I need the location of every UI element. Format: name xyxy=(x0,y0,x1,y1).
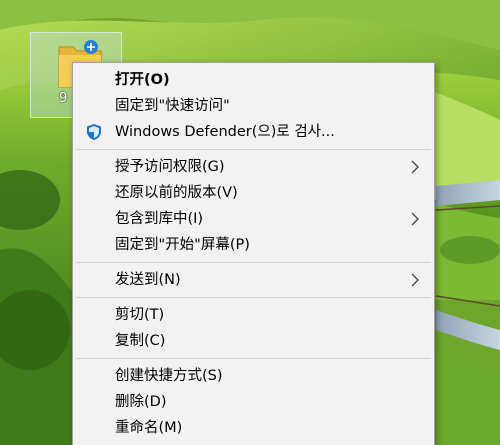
menu-item-label: 打开(O) xyxy=(115,72,170,88)
desktop-folder-label: 9 xyxy=(59,91,68,106)
menu-separator xyxy=(76,149,431,150)
menu-item-label: 固定到"开始"屏幕(P) xyxy=(115,237,250,253)
menu-item-label: 删除(D) xyxy=(115,394,167,410)
menu-item[interactable]: 还原以前的版本(V) xyxy=(73,180,434,206)
desktop[interactable]: 9 打开(O) 固定到"快速访问" Windows Defender(으)로 검사.… xyxy=(0,0,500,445)
menu-item[interactable]: 重命名(M) xyxy=(73,415,434,441)
menu-item-label: Windows Defender(으)로 검사... xyxy=(115,124,335,140)
menu-item[interactable]: 发送到(N) xyxy=(73,267,434,293)
menu-item-label: 创建快捷方式(S) xyxy=(115,368,223,384)
menu-item[interactable]: Windows Defender(으)로 검사... xyxy=(73,119,434,145)
context-menu: 打开(O) 固定到"快速访问" Windows Defender(으)로 검사...… xyxy=(72,62,435,445)
windows-defender-shield-icon xyxy=(87,124,101,140)
menu-item-label: 剪切(T) xyxy=(115,307,165,323)
menu-separator xyxy=(76,358,431,359)
menu-item[interactable]: 包含到库中(I) xyxy=(73,206,434,232)
menu-separator xyxy=(76,297,431,298)
chevron-right-icon xyxy=(411,273,419,287)
menu-item-label: 授予访问权限(G) xyxy=(115,159,225,175)
menu-item[interactable]: 固定到"开始"屏幕(P) xyxy=(73,232,434,258)
menu-item-label: 复制(C) xyxy=(115,333,166,349)
menu-item[interactable]: 固定到"快速访问" xyxy=(73,93,434,119)
menu-item[interactable]: 创建快捷方式(S) xyxy=(73,363,434,389)
menu-separator xyxy=(76,262,431,263)
menu-item-label: 重命名(M) xyxy=(115,420,183,436)
menu-item[interactable]: 剪切(T) xyxy=(73,302,434,328)
chevron-right-icon xyxy=(411,212,419,226)
menu-item-label: 还原以前的版本(V) xyxy=(115,185,238,201)
menu-item[interactable]: 复制(C) xyxy=(73,328,434,354)
menu-item-label: 包含到库中(I) xyxy=(115,211,204,227)
menu-item[interactable]: 打开(O) xyxy=(73,67,434,93)
chevron-right-icon xyxy=(411,160,419,174)
menu-item-label: 固定到"快速访问" xyxy=(115,98,230,114)
menu-item-label: 发送到(N) xyxy=(115,272,181,288)
menu-item[interactable]: 删除(D) xyxy=(73,389,434,415)
menu-item[interactable]: 授予访问权限(G) xyxy=(73,154,434,180)
